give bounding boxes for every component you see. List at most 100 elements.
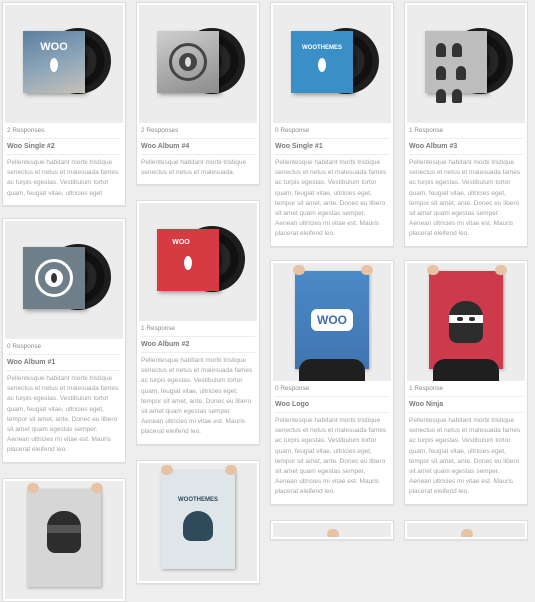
ninja-band: [449, 315, 483, 323]
product-title[interactable]: Woo Ninja: [409, 400, 523, 409]
ninja-figure: [452, 43, 462, 57]
product-excerpt: Pellentesque habitant morbi tristique se…: [409, 417, 521, 496]
product-card[interactable]: WOO 2 Responses Woo Single #2 Pellentesq…: [2, 2, 126, 206]
album-sleeve-image: [23, 247, 85, 309]
product-title[interactable]: Woo Logo: [275, 400, 389, 409]
album-sleeve-image: WOO: [157, 229, 219, 291]
sleeve-text: WOOTHEMES: [302, 45, 342, 51]
product-image[interactable]: [5, 221, 123, 339]
ninja-graphic: [47, 511, 81, 553]
divider: [275, 396, 389, 397]
sleeve-text: WOO: [172, 239, 190, 246]
sleeve-hole: [50, 58, 58, 72]
poster-image: [27, 489, 101, 587]
hand-image: [161, 465, 173, 475]
product-title[interactable]: Woo Album #2: [141, 340, 255, 349]
product-excerpt: Pellentesque habitant morbi tristique se…: [141, 159, 247, 177]
badge-graphic: [35, 259, 73, 297]
hand-image: [427, 265, 439, 275]
product-title[interactable]: Woo Single #1: [275, 142, 389, 151]
album-sleeve-image: [425, 31, 487, 103]
product-excerpt: Pellentesque habitant morbi tristique se…: [275, 417, 387, 496]
woo-logo: WOO: [311, 309, 353, 331]
response-count[interactable]: 1 Response: [409, 385, 523, 393]
response-count[interactable]: 2 Responses: [141, 127, 255, 135]
product-card[interactable]: 1 Response Woo Ninja Pellentesque habita…: [404, 260, 528, 505]
product-title[interactable]: Woo Album #3: [409, 142, 523, 151]
poster-image: WOO: [295, 271, 369, 369]
product-image[interactable]: WOO: [273, 263, 391, 381]
ninja-figure: [456, 66, 467, 80]
ninja-graphic: [449, 301, 483, 343]
product-image[interactable]: WOOTHEMES: [273, 5, 391, 123]
hand-image: [293, 265, 305, 275]
divider: [409, 396, 523, 397]
product-image[interactable]: [5, 481, 123, 599]
hand-image: [225, 465, 237, 475]
album-sleeve-image: [157, 31, 219, 93]
badge-center: [45, 269, 63, 287]
sleeve-hole: [184, 256, 192, 270]
divider: [409, 412, 523, 413]
divider: [7, 370, 121, 371]
person-image: [433, 359, 499, 381]
ninja-figure: [436, 66, 446, 80]
sleeve-hole: [318, 58, 326, 72]
product-excerpt: Pellentesque habitant morbi tristique se…: [141, 357, 253, 436]
product-title[interactable]: Woo Album #1: [7, 358, 121, 367]
product-card[interactable]: [270, 520, 394, 540]
poster-image: WOOTHEMES: [161, 471, 235, 569]
hand-image: [495, 265, 507, 275]
product-card[interactable]: WOOTHEMES: [136, 460, 260, 584]
divider: [409, 138, 523, 139]
product-card[interactable]: [404, 520, 528, 540]
product-excerpt: Pellentesque habitant morbi tristique se…: [7, 159, 119, 197]
response-count[interactable]: 2 Responses: [7, 127, 121, 135]
product-title[interactable]: Woo Album #4: [141, 142, 255, 151]
product-image[interactable]: WOO: [5, 5, 123, 123]
product-excerpt: Pellentesque habitant morbi tristique se…: [409, 159, 521, 238]
product-image[interactable]: [407, 263, 525, 381]
badge-hole: [51, 273, 57, 283]
divider: [141, 154, 255, 155]
product-card[interactable]: [2, 478, 126, 602]
product-card[interactable]: WOO 1 Response Woo Album #2 Pellentesque…: [136, 200, 260, 445]
poster-text: WOOTHEMES: [178, 497, 218, 503]
divider: [275, 154, 389, 155]
hand-image: [361, 265, 373, 275]
divider: [141, 336, 255, 337]
response-count[interactable]: 0 Response: [275, 385, 389, 393]
badge-center: [179, 53, 197, 71]
divider: [409, 154, 523, 155]
product-card[interactable]: 0 Response Woo Album #1 Pellentesque hab…: [2, 218, 126, 463]
album-sleeve-image: WOOTHEMES: [291, 31, 353, 93]
product-title[interactable]: Woo Single #2: [7, 142, 121, 151]
hand-image: [327, 529, 339, 537]
hand-image: [91, 483, 103, 493]
product-card[interactable]: WOOTHEMES 0 Response Woo Single #1 Pelle…: [270, 2, 394, 247]
divider: [275, 412, 389, 413]
product-image[interactable]: WOO: [139, 203, 257, 321]
response-count[interactable]: 0 Response: [7, 343, 121, 351]
divider: [7, 354, 121, 355]
product-image[interactable]: WOOTHEMES: [139, 463, 257, 581]
response-count[interactable]: 0 Response: [275, 127, 389, 135]
response-count[interactable]: 1 Response: [141, 325, 255, 333]
hand-image: [461, 529, 473, 537]
poster-image: [429, 271, 503, 369]
product-card[interactable]: WOO 0 Response Woo Logo Pellentesque hab…: [270, 260, 394, 505]
divider: [141, 352, 255, 353]
response-count[interactable]: 1 Response: [409, 127, 523, 135]
hand-image: [27, 483, 39, 493]
divider: [7, 138, 121, 139]
ninja-eye: [457, 317, 463, 321]
ninja-figure: [436, 89, 446, 103]
product-excerpt: Pellentesque habitant morbi tristique se…: [7, 375, 119, 454]
product-card[interactable]: 2 Responses Woo Album #4 Pellentesque ha…: [136, 2, 260, 186]
product-image[interactable]: [139, 5, 257, 123]
product-image[interactable]: [407, 5, 525, 123]
ninja-eye: [469, 317, 475, 321]
badge-hole: [185, 57, 191, 67]
product-card[interactable]: 1 Response Woo Album #3 Pellentesque hab…: [404, 2, 528, 247]
person-image: [299, 359, 365, 381]
